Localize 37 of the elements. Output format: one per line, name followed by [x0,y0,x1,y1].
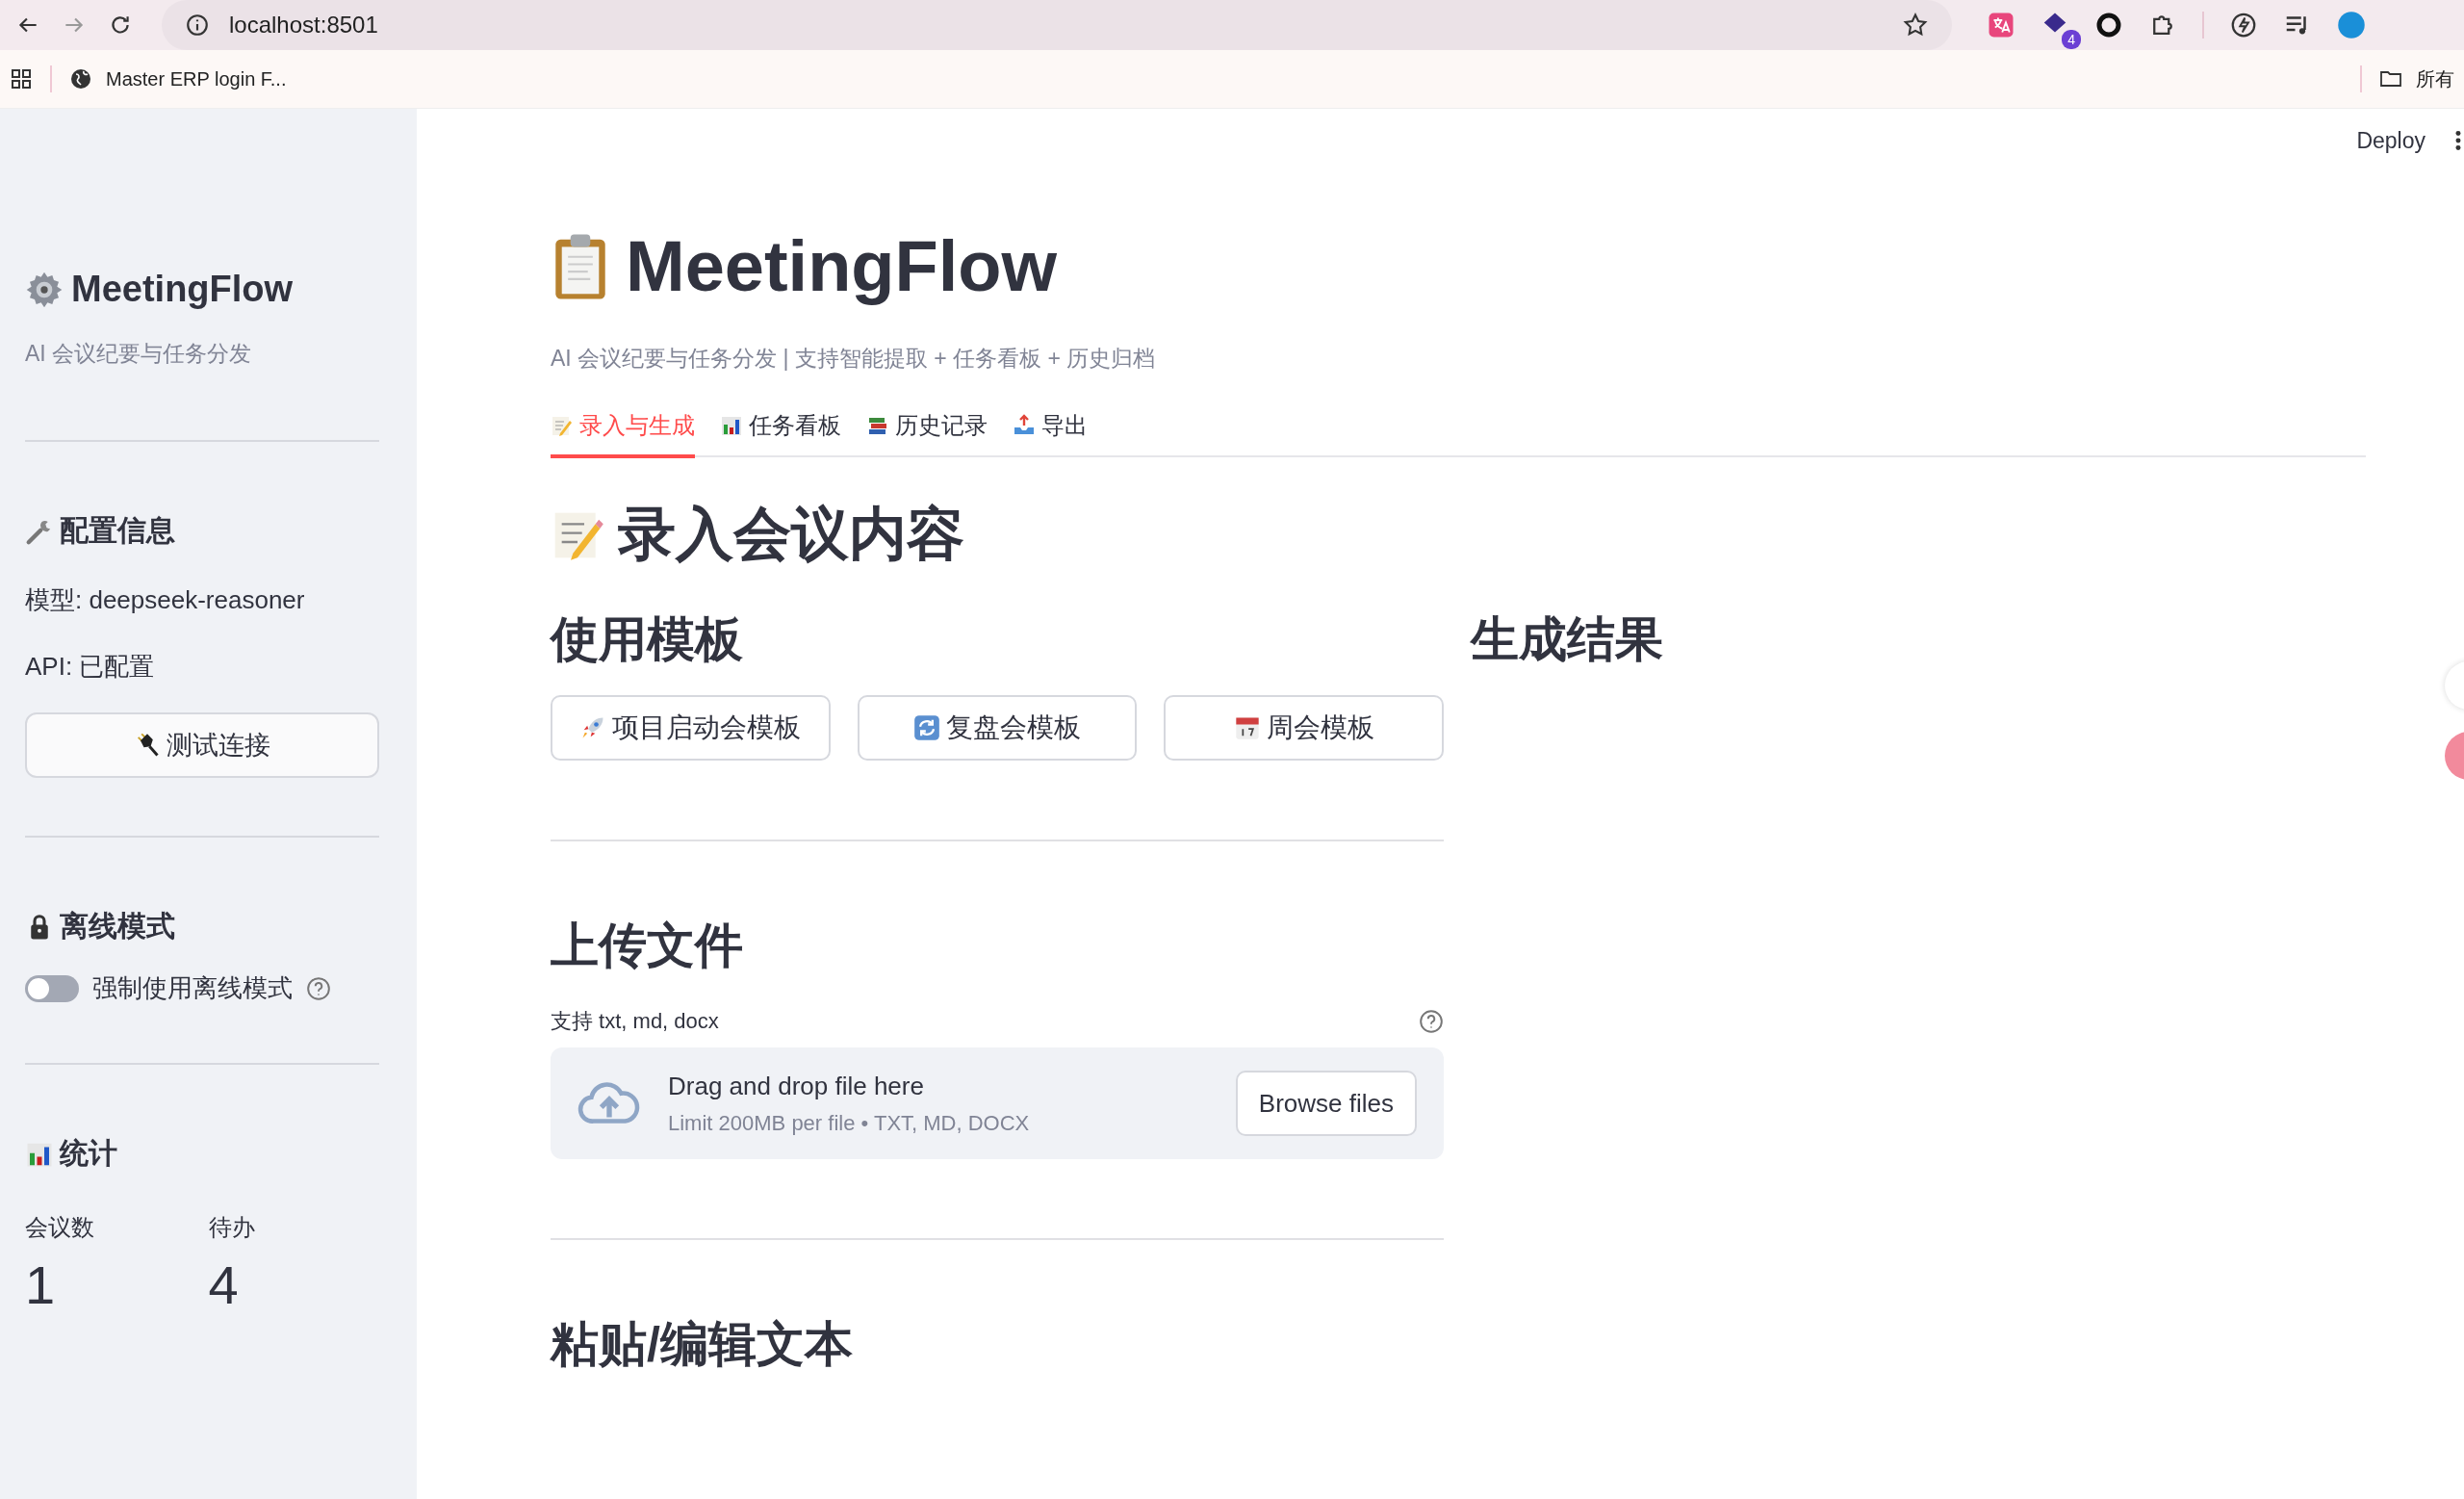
extension-badge: 4 [2062,30,2081,49]
dropzone-hint: Limit 200MB per file • TXT, MD, DOCX [668,1110,1031,1136]
metric-label: 会议数 [25,1213,95,1242]
metric-value: 1 [25,1256,57,1314]
address-bar[interactable]: localhost:8501 [162,0,1952,50]
tab[interactable]: 导出 [1013,410,1088,458]
section-title: 录入会议内容 [618,501,964,568]
section-heading: 粘贴/编辑文本 [551,1316,854,1373]
section-heading: 离线模式 [60,909,175,943]
model-text: 模型: deepseek-reasoner [25,584,306,616]
api-status: API: 已配置 [25,651,156,683]
section-heading: 生成结果 [1471,611,1664,668]
section-heading: 配置信息 [60,513,175,548]
bookmark[interactable]: Master ERP login F... [69,67,287,90]
bookmark-folder[interactable]: 所有 [2379,65,2454,92]
browse-files-button[interactable]: Browse files [1235,1071,1417,1136]
toggle-label: 强制使用离线模式 [92,972,293,1004]
sidebar-title: MeetingFlow [71,269,294,310]
page-subtitle: AI 会议纪要与任务分发 | 支持智能提取 + 任务看板 + 历史归档 [551,345,1157,373]
dropzone-title: Drag and drop file here [668,1071,925,1101]
url-text: localhost:8501 [229,12,379,39]
template-button[interactable]: 周会模板 [1164,695,1444,761]
test-connection-button[interactable]: 测试连接 [25,712,379,778]
metric-value: 4 [208,1256,240,1314]
deploy-button[interactable]: Deploy [2356,127,2426,154]
template-button[interactable]: 项目启动会模板 [551,695,831,761]
section-heading: 统计 [60,1136,117,1171]
upload-label: 支持 txt, md, docx [551,1008,719,1035]
metric-label: 待办 [208,1213,256,1242]
page-title: MeetingFlow [626,225,1058,308]
file-dropzone[interactable]: Drag and drop file here Limit 200MB per file • TXT, MD, DOCX Browse files [551,1047,1444,1159]
section-heading: 使用模板 [551,611,744,668]
template-button[interactable]: 复盘会模板 [857,695,1138,761]
tab[interactable]: 任务看板 [720,410,841,458]
sidebar-subtitle: AI 会议纪要与任务分发 [25,340,253,368]
section-heading: 上传文件 [551,917,744,974]
tab[interactable]: 历史记录 [866,410,988,458]
